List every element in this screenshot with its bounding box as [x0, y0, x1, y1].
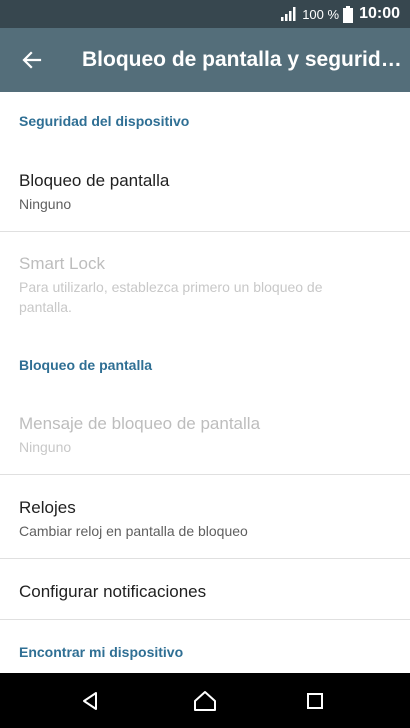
section-header-find-device: Encontrar mi dispositivo	[19, 644, 184, 660]
setting-screen-lock[interactable]: Bloqueo de pantalla Ninguno	[0, 170, 410, 214]
app-bar: Bloqueo de pantalla y seguridad	[0, 28, 410, 92]
nav-home-button[interactable]	[175, 673, 235, 728]
recents-icon	[307, 692, 323, 709]
setting-smart-lock: Smart Lock Para utilizarlo, establezca p…	[0, 253, 410, 317]
divider	[0, 474, 410, 475]
nav-recents-button[interactable]	[285, 673, 345, 728]
back-triangle-icon	[83, 691, 97, 710]
signal-icon	[281, 7, 296, 21]
setting-subtitle: Cambiar reloj en pantalla de bloqueo	[19, 523, 248, 539]
setting-notifications[interactable]: Configurar notificaciones	[0, 581, 410, 603]
setting-title: Mensaje de bloqueo de pantalla	[19, 414, 261, 433]
navigation-bar	[0, 673, 410, 728]
status-bar: 100 % 10:00	[0, 0, 410, 28]
setting-clocks[interactable]: Relojes Cambiar reloj en pantalla de blo…	[0, 497, 410, 541]
back-button[interactable]	[8, 36, 56, 84]
status-icons: 100 % 10:00	[280, 4, 400, 24]
setting-subtitle: Para utilizarlo, establezca primero un b…	[19, 279, 323, 315]
setting-title: Configurar notificaciones	[19, 582, 207, 601]
section-header-device-security: Seguridad del dispositivo	[19, 113, 190, 129]
battery-percent: 100 %	[302, 6, 340, 22]
setting-subtitle: Ninguno	[19, 439, 72, 455]
divider	[0, 619, 410, 620]
setting-subtitle: Ninguno	[19, 196, 72, 212]
setting-title: Relojes	[19, 498, 76, 517]
page-title: Bloqueo de pantalla y seguridad	[82, 48, 402, 71]
setting-title: Bloqueo de pantalla	[19, 171, 170, 190]
nav-back-button[interactable]	[60, 673, 120, 728]
battery-icon	[343, 5, 354, 23]
divider	[0, 231, 410, 232]
arrow-back-icon	[22, 51, 42, 69]
section-header-lock-screen: Bloqueo de pantalla	[19, 357, 153, 373]
setting-title: Smart Lock	[19, 254, 105, 273]
divider	[0, 558, 410, 559]
settings-list[interactable]: Seguridad del dispositivo Bloqueo de pan…	[0, 92, 410, 673]
setting-lock-message: Mensaje de bloqueo de pantalla Ninguno	[0, 413, 410, 457]
status-time: 10:00	[359, 5, 400, 22]
home-icon	[194, 690, 216, 711]
